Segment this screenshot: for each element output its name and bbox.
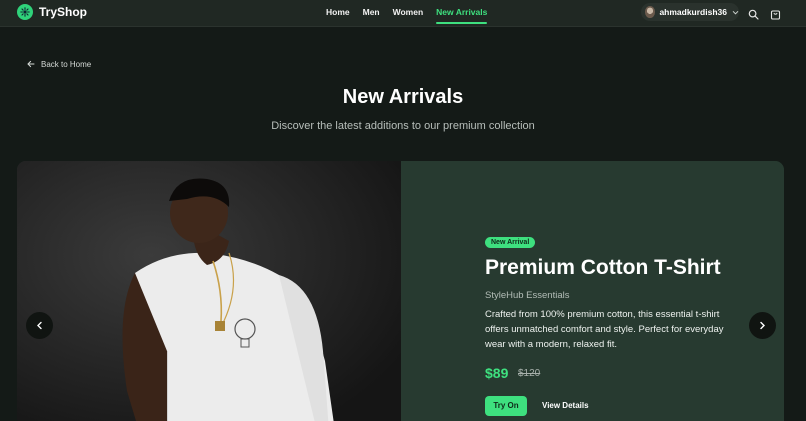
chevron-down-icon [732,3,739,21]
carousel-next-button[interactable] [749,312,776,339]
logo-icon [17,4,33,20]
nav-new-arrivals[interactable]: New Arrivals [436,0,488,27]
product-brand: StyleHub Essentials [485,290,570,301]
username: ahmadkurdish36 [659,7,727,17]
back-to-home-link[interactable]: Back to Home [27,55,91,73]
product-photo [17,161,401,421]
carousel-prev-button[interactable] [26,312,53,339]
arrow-left-icon [27,55,35,73]
page-title: New Arrivals [342,86,464,108]
chevron-left-icon [35,317,44,335]
brand-logo[interactable]: TryShop [17,4,87,20]
main-nav: Home Men Women New Arrivals [326,0,500,27]
product-original-price: $120 [518,368,541,379]
view-details-button[interactable]: View Details [535,396,596,416]
nav-men[interactable]: Men [363,0,380,27]
featured-carousel: New Arrival Premium Cotton T-Shirt Style… [17,161,784,421]
product-description: Crafted from 100% premium cotton, this e… [485,309,724,350]
shopping-bag-icon[interactable] [770,7,781,25]
nav-home[interactable]: Home [326,0,350,27]
nav-women[interactable]: Women [393,0,424,27]
product-info-panel: New Arrival Premium Cotton T-Shirt Style… [401,161,784,421]
brand-name: TryShop [39,5,88,19]
product-name: Premium Cotton T-Shirt [485,256,721,279]
page-subtitle: Discover the latest additions to our pre… [271,120,535,132]
top-navbar: TryShop Home Men Women New Arrivals ahma… [0,0,806,27]
avatar [645,6,656,18]
new-arrival-badge: New Arrival [485,237,536,248]
back-link-label: Back to Home [41,59,92,69]
product-price: $89 [485,365,509,381]
try-on-button[interactable]: Try On [485,396,527,416]
chevron-right-icon [758,317,767,335]
user-menu[interactable]: ahmadkurdish36 [641,3,739,21]
search-icon[interactable] [748,7,759,25]
